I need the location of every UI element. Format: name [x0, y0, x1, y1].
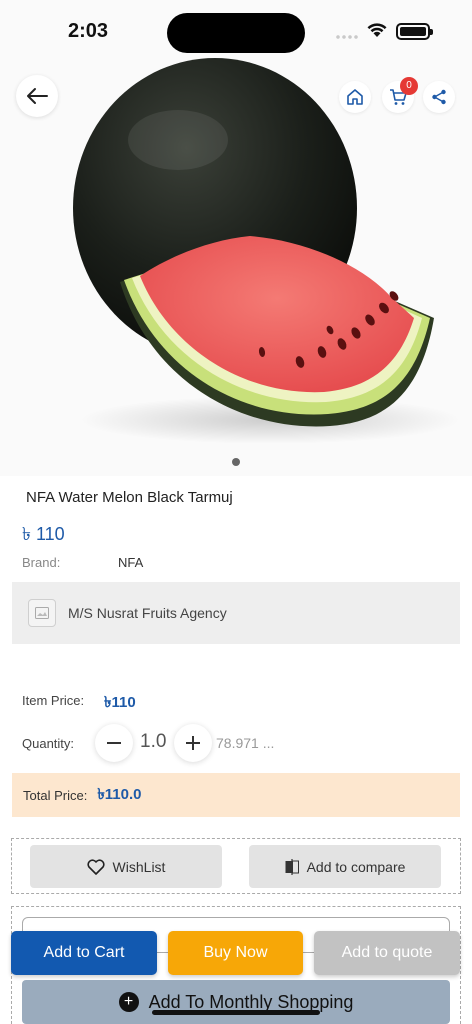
- dynamic-island: [167, 13, 305, 53]
- share-button[interactable]: [423, 81, 455, 113]
- add-to-cart-label: Add to Cart: [43, 944, 125, 961]
- back-arrow-icon: [27, 88, 48, 104]
- back-button[interactable]: [16, 75, 58, 117]
- buy-now-label: Buy Now: [203, 944, 268, 961]
- wifi-icon: [367, 23, 387, 37]
- product-image[interactable]: [0, 0, 472, 476]
- quantity-approx: 78.971 ...: [216, 735, 275, 751]
- watermelon-illustration: [73, 58, 460, 444]
- product-title: NFA Water Melon Black Tarmuj: [26, 489, 233, 506]
- compare-label: Add to compare: [306, 858, 406, 875]
- total-price-value: ৳110.0: [97, 785, 142, 803]
- add-to-cart-button[interactable]: Add to Cart: [11, 931, 157, 975]
- quantity-decrease-button[interactable]: [95, 724, 133, 762]
- minus-icon: [107, 742, 121, 744]
- product-price: ৳ 110: [22, 524, 65, 544]
- quantity-increase-button[interactable]: [174, 724, 212, 762]
- home-icon: [347, 89, 363, 105]
- heart-icon: [87, 858, 105, 875]
- plus-circle-icon: +: [118, 992, 139, 1012]
- compare-icon: [285, 858, 299, 875]
- cart-count-badge: 0: [400, 77, 418, 95]
- home-indicator[interactable]: [152, 1010, 320, 1015]
- plus-icon: [186, 736, 200, 750]
- quantity-label: Quantity:: [22, 736, 75, 751]
- wishlist-button[interactable]: WishList: [30, 845, 222, 888]
- item-price-value: ৳110: [104, 694, 136, 711]
- wishlist-label: WishList: [112, 858, 166, 875]
- add-to-quote-button[interactable]: Add to quote: [314, 931, 460, 975]
- total-price-label: Total Price:: [23, 787, 88, 803]
- status-time: 2:03: [68, 20, 109, 42]
- quantity-value[interactable]: 1.0: [140, 731, 166, 753]
- battery-icon: [396, 23, 433, 40]
- compare-button[interactable]: Add to compare: [249, 845, 441, 888]
- cart-button[interactable]: 0: [382, 77, 418, 113]
- home-button[interactable]: [339, 81, 371, 113]
- buy-now-button[interactable]: Buy Now: [168, 931, 303, 975]
- status-bar: 2:03: [0, 0, 472, 60]
- add-to-monthly-shopping-button[interactable]: + Add To Monthly Shopping: [22, 980, 450, 1024]
- share-icon: [432, 89, 446, 105]
- vendor-logo-icon: [28, 599, 56, 627]
- brand-value[interactable]: NFA: [118, 555, 143, 570]
- signal-icon: [335, 35, 359, 39]
- vendor-name: M/S Nusrat Fruits Agency: [68, 605, 227, 621]
- brand-label: Brand:: [22, 555, 61, 570]
- item-price-label: Item Price:: [22, 693, 85, 708]
- add-to-quote-label: Add to quote: [341, 944, 433, 961]
- image-pager-dot[interactable]: [232, 458, 240, 466]
- vendor-row[interactable]: M/S Nusrat Fruits Agency: [12, 582, 460, 644]
- total-price-row: Total Price: ৳110.0: [12, 773, 460, 817]
